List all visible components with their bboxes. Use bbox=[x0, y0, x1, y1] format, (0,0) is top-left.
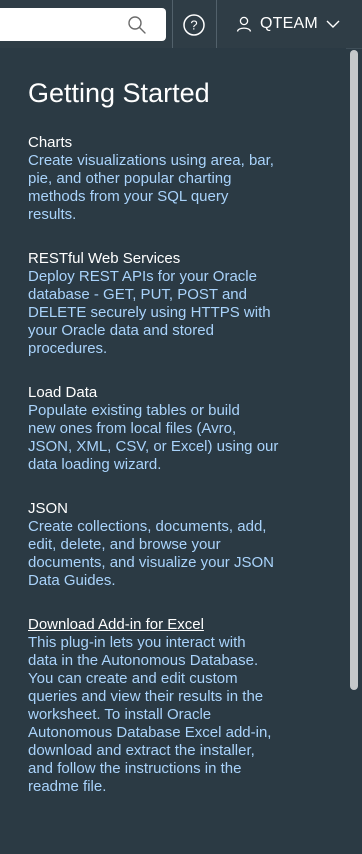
top-bar: ? QTEAM bbox=[0, 0, 362, 49]
getting-started-panel: Getting Started Charts Create visualizat… bbox=[0, 48, 346, 854]
section-json: JSON Create collections, documents, add,… bbox=[28, 500, 328, 590]
user-name[interactable]: QTEAM bbox=[260, 15, 318, 33]
scrollbar[interactable] bbox=[348, 50, 358, 850]
section-title: Load Data bbox=[28, 384, 98, 401]
section-description: This plug-in lets you interact with data… bbox=[28, 634, 272, 795]
section-download-add-in-for-excel: Download Add-in for Excel This plug-in l… bbox=[28, 616, 328, 796]
section-description: Populate existing tables or build new on… bbox=[28, 402, 279, 473]
divider bbox=[172, 0, 173, 48]
search-box[interactable] bbox=[0, 8, 166, 41]
section-restful-web-services: RESTful Web Services Deploy REST APIs fo… bbox=[28, 250, 328, 358]
help-icon[interactable]: ? bbox=[182, 13, 206, 37]
search-icon[interactable] bbox=[127, 15, 147, 35]
help-button[interactable]: ? bbox=[182, 13, 206, 37]
section-charts: Charts Create visualizations using area,… bbox=[28, 134, 328, 224]
section-description: Create collections, documents, add, edit… bbox=[28, 518, 274, 589]
section-description: Create visualizations using area, bar, p… bbox=[28, 152, 274, 223]
help-label: ? bbox=[190, 18, 197, 33]
scrollbar-thumb[interactable] bbox=[350, 50, 358, 690]
section-title: JSON bbox=[28, 500, 69, 517]
user-menu[interactable]: QTEAM bbox=[236, 0, 340, 48]
search-input[interactable] bbox=[0, 8, 132, 41]
section-description: Deploy REST APIs for your Oracle databas… bbox=[28, 268, 271, 357]
divider bbox=[216, 0, 217, 48]
chevron-down-icon[interactable] bbox=[326, 19, 340, 29]
section-title: Charts bbox=[28, 134, 73, 151]
panel-title: Getting Started bbox=[28, 78, 210, 108]
download-add-in-link[interactable]: Download Add-in for Excel bbox=[28, 616, 328, 634]
section-load-data: Load Data Populate existing tables or bu… bbox=[28, 384, 328, 474]
user-icon bbox=[236, 16, 252, 32]
section-title: RESTful Web Services bbox=[28, 250, 181, 267]
